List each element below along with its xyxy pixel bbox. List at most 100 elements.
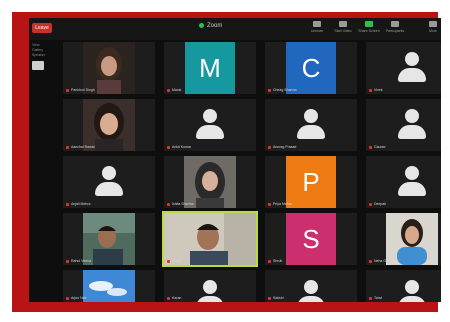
participant-name: Tanvi — [369, 296, 382, 300]
control-label: Unmute — [310, 29, 324, 33]
participant-tile[interactable]: P Priya Mehta — [265, 156, 357, 208]
participant-name: Vivek — [369, 88, 383, 92]
window-title: Zoom — [199, 23, 222, 29]
participant-tile[interactable]: M Mansi — [164, 42, 256, 94]
leave-button[interactable]: Leave — [32, 23, 52, 33]
participant-name: Rahul Verma — [66, 259, 91, 263]
muted-mic-icon — [268, 259, 271, 263]
participant-video — [83, 270, 135, 302]
participant-tile[interactable]: Rahul Verma — [63, 213, 155, 265]
participant-name-text: Priya Mehta — [273, 202, 292, 206]
control-label: Participants — [385, 29, 405, 33]
muted-mic-icon — [369, 296, 372, 300]
participant-tile[interactable]: Gaurav — [366, 99, 441, 151]
muted-mic-icon — [369, 88, 372, 92]
default-avatar-icon — [294, 278, 328, 302]
top-bar: Leave Zoom Unmute Start Video Share Screen… — [29, 18, 441, 40]
participant-name: Priya Mehta — [268, 202, 292, 206]
participant-tile[interactable]: Mohit — [162, 211, 258, 267]
participant-tile[interactable]: Arjun Nair — [63, 270, 155, 302]
muted-mic-icon — [167, 145, 170, 149]
participant-name: Shruti — [268, 259, 282, 263]
muted-mic-icon — [369, 202, 372, 206]
participant-name: Neha Gupta — [369, 259, 393, 263]
default-avatar-icon — [395, 164, 429, 198]
mic-icon — [313, 21, 321, 27]
participant-tile[interactable]: Karan — [164, 270, 256, 302]
participant-name-text: Karan — [172, 296, 182, 300]
participant-tile[interactable]: Pankhuri Singh — [63, 42, 155, 94]
participant-video — [164, 213, 256, 265]
zoom-meeting-window: Leave Zoom Unmute Start Video Share Screen… — [29, 18, 441, 302]
participant-name-text: Sakshi — [273, 296, 284, 300]
participant-tile[interactable]: Ishita Sharma — [164, 156, 256, 208]
participant-name: Pankhuri Singh — [66, 88, 95, 92]
participant-name: Ankit Kumar — [167, 145, 191, 149]
participant-tile[interactable]: Deepak — [366, 156, 441, 208]
participant-name-text: Shruti — [273, 259, 283, 263]
muted-mic-icon — [66, 259, 69, 263]
muted-mic-icon — [268, 202, 271, 206]
participant-tile[interactable]: Aanchal Rawat — [63, 99, 155, 151]
participant-name-text: Arjun Nair — [71, 296, 87, 300]
default-avatar-icon — [395, 107, 429, 141]
video-control[interactable]: Start Video — [331, 21, 355, 38]
participant-name-text: Aanchal Rawat — [71, 145, 95, 149]
mic-control[interactable]: Unmute — [305, 21, 329, 38]
more-icon — [429, 21, 437, 27]
participant-name: Mansi — [167, 88, 181, 92]
participant-tile[interactable]: Ankit Kumar — [164, 99, 256, 151]
video-icon — [339, 21, 347, 27]
share-screen-icon — [365, 21, 373, 27]
share-screen-control[interactable]: Share Screen — [357, 21, 381, 38]
participant-name: Gaurav — [369, 145, 385, 149]
muted-mic-icon — [268, 88, 271, 92]
participant-name: Mohit — [167, 259, 181, 263]
participant-name: Sakshi — [268, 296, 284, 300]
participant-tile[interactable]: Tanvi — [366, 270, 441, 302]
initial-avatar: C — [286, 42, 336, 94]
participant-name-text: Anurag Prasad — [273, 145, 297, 149]
muted-mic-icon — [268, 296, 271, 300]
participant-name-text: Mohit — [172, 259, 181, 263]
muted-mic-icon — [167, 259, 170, 263]
participants-control[interactable]: Participants — [383, 21, 407, 38]
participant-tile[interactable]: Anurag Prasad — [265, 99, 357, 151]
initial-avatar: M — [185, 42, 235, 94]
window-title-text: Zoom — [207, 23, 223, 30]
participant-name: Anjali Mehra — [66, 202, 90, 206]
participant-name: Ishita Sharma — [167, 202, 194, 206]
muted-mic-icon — [167, 88, 170, 92]
participant-name: Karan — [167, 296, 181, 300]
side-mini-panel: View Gallery Speaker — [32, 43, 58, 70]
participant-name-text: Pankhuri Singh — [71, 88, 95, 92]
default-avatar-icon — [193, 278, 227, 302]
participants-icon — [391, 21, 399, 27]
muted-mic-icon — [167, 202, 170, 206]
participant-name-text: Gaurav — [374, 145, 386, 149]
muted-mic-icon — [369, 259, 372, 263]
participant-video — [83, 99, 135, 151]
participant-video — [386, 213, 438, 265]
more-control[interactable]: More — [421, 21, 441, 38]
participant-video — [83, 213, 135, 265]
participant-name: Arjun Nair — [66, 296, 87, 300]
participant-tile[interactable]: C Chirag Sharma — [265, 42, 357, 94]
participant-tile[interactable]: Vivek — [366, 42, 441, 94]
participant-name-text: Tanvi — [374, 296, 383, 300]
participant-name-text: Rahul Verma — [71, 259, 92, 263]
participant-name-text: Anjali Mehra — [71, 202, 91, 206]
participant-name-text: Deepak — [374, 202, 387, 206]
participant-name: Aanchal Rawat — [66, 145, 95, 149]
muted-mic-icon — [66, 88, 69, 92]
participant-name-text: Neha Gupta — [374, 259, 393, 263]
side-mini-label: Speaker — [32, 53, 46, 57]
participant-name-text: Ishita Sharma — [172, 202, 194, 206]
control-label: Start Video — [334, 29, 352, 33]
participant-tile[interactable]: Anjali Mehra — [63, 156, 155, 208]
muted-mic-icon — [66, 296, 69, 300]
participant-tile[interactable]: S Shruti — [265, 213, 357, 265]
control-label: More — [429, 29, 437, 33]
participant-tile[interactable]: Sakshi — [265, 270, 357, 302]
participant-tile[interactable]: Neha Gupta — [366, 213, 441, 265]
